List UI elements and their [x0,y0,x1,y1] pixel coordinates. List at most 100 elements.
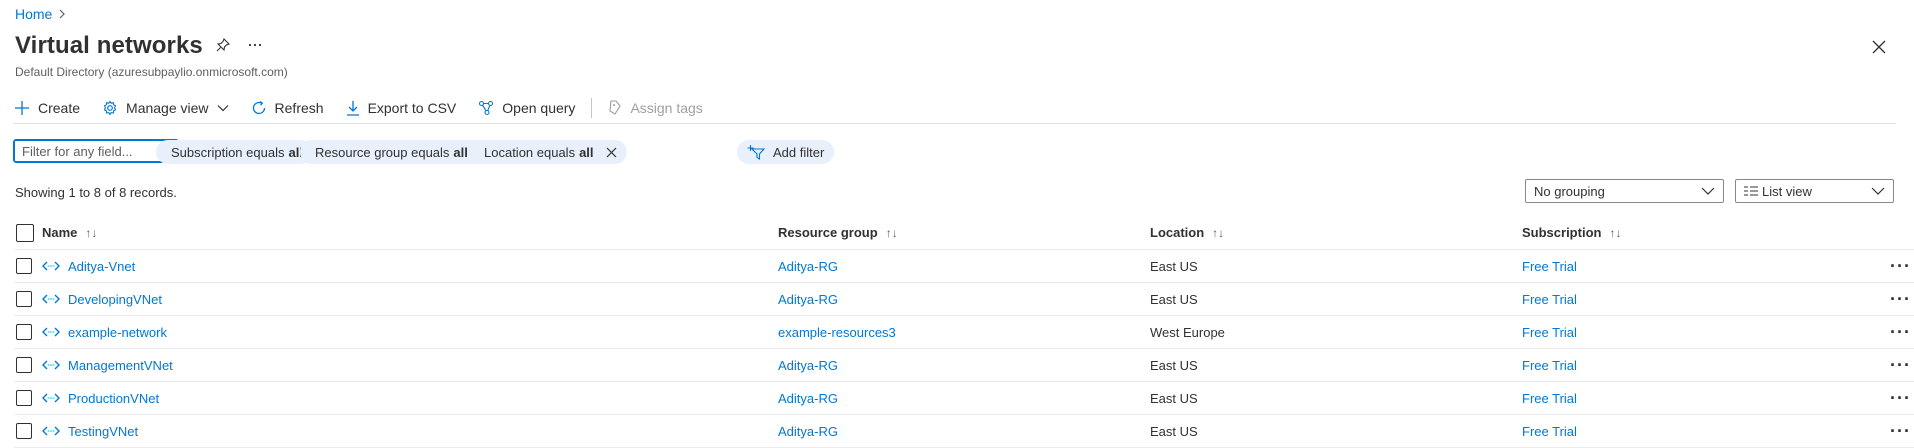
resource-group-filter-prefix: Resource group equals [315,144,450,160]
subscription-filter-pill[interactable]: Subscription equals all [156,140,313,164]
title-actions [216,38,262,52]
breadcrumb: Home [15,6,66,22]
table-row: ManagementVNet Aditya-RG East US Free Tr… [14,349,1914,382]
column-name-label: Name [42,225,78,240]
toolbar-divider [591,98,593,118]
column-header-subscription[interactable]: Subscription ↑↓ [1522,216,1621,249]
add-filter-button[interactable]: Add filter [737,140,835,164]
gear-icon [102,100,118,116]
download-icon [346,100,360,116]
open-query-label: Open query [502,100,576,116]
vnet-icon [42,360,60,370]
more-icon[interactable]: ··· [1890,283,1911,315]
vnet-name-link[interactable]: DevelopingVNet [68,292,162,307]
location-filter-prefix: Location equals [484,144,576,160]
column-resource-group-label: Resource group [778,225,878,240]
vnet-name-link[interactable]: Aditya-Vnet [68,259,135,274]
table-row: ProductionVNet Aditya-RG East US Free Tr… [14,382,1914,415]
more-icon[interactable]: ··· [1890,349,1911,381]
location-cell: East US [1150,258,1198,274]
vnet-icon [42,393,60,403]
table-header-row: Name ↑↓ Resource group ↑↓ Location ↑↓ Su… [14,216,1914,250]
subscription-link[interactable]: Free Trial [1522,424,1577,439]
column-location-label: Location [1150,225,1205,240]
assign-tags-label: Assign tags [630,100,703,116]
grouping-selected: No grouping [1534,183,1605,199]
vnet-name-link[interactable]: ProductionVNet [68,391,159,406]
subscription-link[interactable]: Free Trial [1522,391,1577,406]
filter-input[interactable] [13,139,179,163]
toolbar-divider-line [14,123,1896,124]
column-subscription-label: Subscription [1522,225,1602,240]
subscription-link[interactable]: Free Trial [1522,325,1577,340]
create-label: Create [38,100,81,116]
assign-tags-button[interactable]: Assign tags [608,100,703,116]
export-csv-label: Export to CSV [367,100,457,116]
pin-icon[interactable] [216,38,230,52]
vnet-name-link[interactable]: example-network [68,325,167,340]
sort-icon: ↑↓ [885,225,898,240]
chevron-right-icon [58,6,66,22]
export-csv-button[interactable]: Export to CSV [346,100,457,116]
select-all-checkbox[interactable] [16,223,34,242]
manage-view-button[interactable]: Manage view [102,100,229,116]
resource-group-link[interactable]: Aditya-RG [778,424,838,439]
more-icon[interactable]: ··· [1890,316,1911,348]
list-view-icon [1744,186,1758,196]
resource-group-link[interactable]: Aditya-RG [778,391,838,406]
table-row: Aditya-Vnet Aditya-RG East US Free Trial… [14,250,1914,283]
subscription-link[interactable]: Free Trial [1522,358,1577,373]
subscription-link[interactable]: Free Trial [1522,259,1577,274]
location-filter-pill[interactable]: Location equals all [469,140,627,164]
column-header-resource-group[interactable]: Resource group ↑↓ [778,216,898,249]
command-bar: Create Manage view Refresh Export to CSV… [14,94,725,122]
more-icon[interactable]: ··· [1890,382,1911,414]
grouping-dropdown[interactable]: No grouping [1525,179,1724,203]
sort-icon: ↑↓ [1212,225,1225,240]
create-button[interactable]: Create [14,100,80,116]
vnet-name-link[interactable]: ManagementVNet [68,358,173,373]
view-dropdown[interactable]: List view [1735,179,1894,203]
vnet-icon [42,426,60,436]
sort-icon: ↑↓ [1609,225,1622,240]
page-subtitle: Default Directory (azuresubpaylio.onmicr… [15,65,288,79]
location-cell: East US [1150,390,1198,406]
refresh-button[interactable]: Refresh [251,100,324,116]
subscription-link[interactable]: Free Trial [1522,292,1577,307]
row-checkbox[interactable] [16,357,32,373]
row-checkbox[interactable] [16,324,32,340]
page-title: Virtual networks [15,32,203,59]
row-checkbox[interactable] [16,291,32,307]
chevron-down-icon [217,104,229,112]
vnet-name-link[interactable]: TestingVNet [68,424,138,439]
chevron-down-icon [1701,187,1715,195]
location-cell: East US [1150,423,1198,439]
close-icon[interactable] [1868,36,1890,58]
more-icon[interactable]: ··· [1890,415,1911,447]
vnet-icon [42,327,60,337]
resource-group-link[interactable]: Aditya-RG [778,292,838,307]
resource-table: Name ↑↓ Resource group ↑↓ Location ↑↓ Su… [14,216,1914,448]
table-row: TestingVNet Aditya-RG East US Free Trial… [14,415,1914,448]
refresh-label: Refresh [274,100,324,116]
close-icon[interactable] [606,147,617,158]
breadcrumb-home-link[interactable]: Home [15,6,52,22]
row-checkbox[interactable] [16,390,32,406]
row-checkbox[interactable] [16,258,32,274]
column-header-location[interactable]: Location ↑↓ [1150,216,1224,249]
records-count: Showing 1 to 8 of 8 records. [15,185,177,200]
location-cell: West Europe [1150,324,1225,340]
resource-group-link[interactable]: example-resources3 [778,325,896,340]
ellipsis-icon[interactable] [248,43,262,47]
column-header-name[interactable]: Name ↑↓ [42,216,97,249]
view-selected-wrap: List view [1744,184,1812,199]
resource-group-link[interactable]: Aditya-RG [778,358,838,373]
view-selected: List view [1762,183,1812,199]
resource-group-link[interactable]: Aditya-RG [778,259,838,274]
refresh-icon [251,100,267,116]
more-icon[interactable]: ··· [1890,250,1911,282]
open-query-button[interactable]: Open query [478,100,575,116]
row-checkbox[interactable] [16,423,32,439]
add-filter-label: Add filter [773,144,825,160]
plus-icon [14,100,30,116]
